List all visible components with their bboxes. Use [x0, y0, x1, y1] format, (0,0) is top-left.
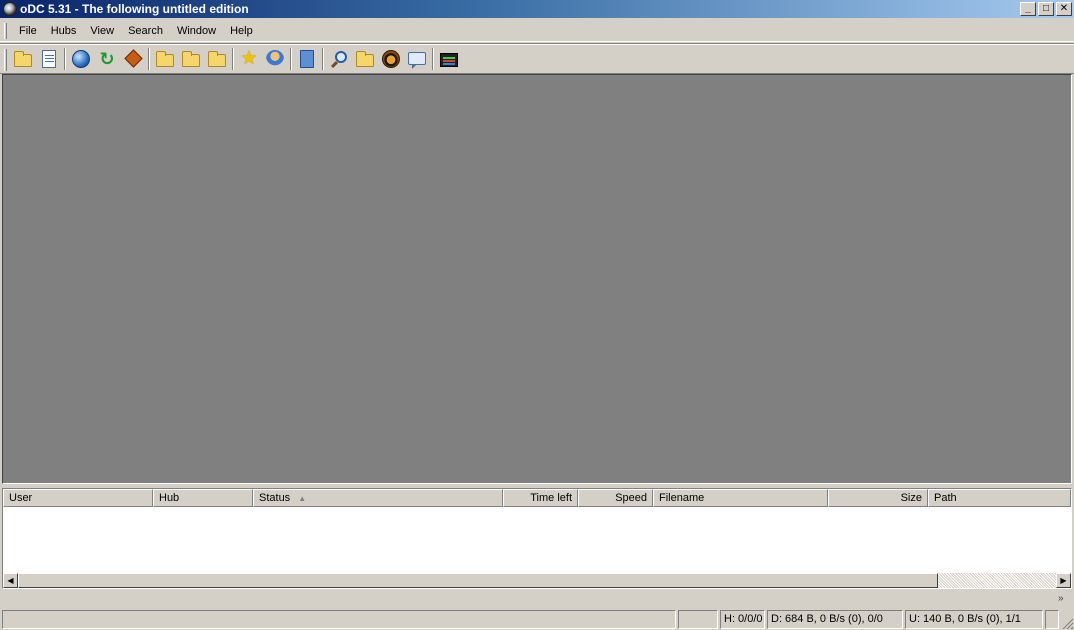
status-hubs: H: 0/0/0 [720, 610, 765, 629]
favorite-users-icon [266, 49, 284, 68]
window-title: oDC 5.31 - The following untitled editio… [20, 2, 249, 16]
toolbar-separator [322, 47, 324, 70]
open-own-list-button[interactable] [178, 47, 204, 71]
scroll-left-button[interactable]: ◀ [3, 573, 18, 588]
notepad-icon [42, 49, 56, 68]
open-file-list-button[interactable] [152, 47, 178, 71]
open-file-list-folder-icon [156, 51, 174, 67]
download-queue-button[interactable] [294, 47, 320, 71]
public-hubs-button[interactable] [68, 47, 94, 71]
toolbar-separator [432, 47, 434, 70]
title-bar[interactable]: oDC 5.31 - The following untitled editio… [0, 0, 1074, 18]
column-path[interactable]: Path [928, 489, 1071, 507]
status-blank [678, 610, 718, 629]
sort-ascending-icon: ▲ [298, 494, 307, 503]
menu-grip[interactable] [4, 23, 7, 39]
open-folder-icon [14, 51, 32, 67]
notepad-chat-button[interactable] [404, 47, 430, 71]
search-magnifier-icon [335, 50, 347, 63]
app-icon[interactable] [3, 2, 17, 16]
column-time-left[interactable]: Time left [503, 489, 578, 507]
network-stats-icon [440, 52, 458, 67]
horizontal-scrollbar[interactable]: ◀ ▶ [3, 573, 1071, 588]
search-spy-button[interactable] [378, 47, 404, 71]
resize-grip[interactable] [1061, 617, 1073, 629]
transfer-list[interactable]: User Hub Status ▲ Time left Speed Filenam… [2, 488, 1072, 589]
menu-hubs[interactable]: Hubs [44, 23, 84, 39]
menu-help[interactable]: Help [223, 23, 260, 39]
status-extra [1045, 610, 1059, 629]
public-hubs-globe-icon [72, 49, 90, 68]
column-hub[interactable]: Hub [153, 489, 253, 507]
favorite-hubs-button[interactable]: ★ [236, 47, 262, 71]
reconnect-button[interactable]: ↻ [94, 47, 120, 71]
status-download: D: 684 B, 0 B/s (0), 0/0 [767, 610, 903, 629]
status-upload: U: 140 B, 0 B/s (0), 1/1 [905, 610, 1043, 629]
browse-folder-button[interactable] [204, 47, 230, 71]
column-speed[interactable]: Speed [578, 489, 653, 507]
menu-view[interactable]: View [83, 23, 121, 39]
network-stats-button[interactable] [436, 47, 462, 71]
close-button[interactable]: ✕ [1056, 2, 1072, 16]
favorite-users-button[interactable] [262, 47, 288, 71]
open-file-button[interactable] [10, 47, 36, 71]
open-own-list-folder-icon [182, 51, 200, 67]
column-user[interactable]: User [3, 489, 153, 507]
scroll-right-button[interactable]: ▶ [1056, 573, 1071, 588]
menu-file[interactable]: File [12, 23, 44, 39]
transfer-list-body[interactable] [3, 507, 1071, 573]
reconnect-refresh-icon: ↻ [99, 48, 115, 69]
toolbar-separator [232, 47, 234, 70]
queue-book-icon [300, 49, 314, 68]
toolbar-grip[interactable] [4, 49, 7, 71]
browse-folder-icon [208, 51, 226, 67]
main-toolbar: ↻ ★ [0, 43, 1074, 74]
transfer-list-header: User Hub Status ▲ Time left Speed Filenam… [3, 489, 1071, 507]
toolbar-separator [290, 47, 292, 70]
adl-search-button[interactable] [352, 47, 378, 71]
menu-bar: File Hubs View Search Window Help [0, 20, 1074, 42]
app-window: oDC 5.31 - The following untitled editio… [0, 0, 1074, 630]
mdi-client-area[interactable] [2, 74, 1072, 484]
favorite-hubs-star-icon: ★ [240, 47, 258, 69]
column-filename[interactable]: Filename [653, 489, 828, 507]
menu-window[interactable]: Window [170, 23, 223, 39]
search-button[interactable] [326, 47, 352, 71]
scroll-track[interactable] [18, 573, 1056, 588]
maximize-button[interactable]: □ [1038, 2, 1054, 16]
chevron-expand-icon[interactable]: » [1058, 594, 1070, 606]
follow-redirect-diamond-icon [123, 49, 143, 68]
column-status[interactable]: Status ▲ [253, 489, 503, 507]
toolbar-separator [148, 47, 150, 70]
menu-search[interactable]: Search [121, 23, 170, 39]
scroll-thumb[interactable] [18, 573, 938, 588]
status-main [2, 610, 676, 629]
notepad-chat-icon [408, 52, 426, 69]
search-spy-icon [382, 49, 400, 68]
notepad-button[interactable] [36, 47, 62, 71]
toolbar-separator [64, 47, 66, 70]
adl-search-icon [356, 51, 374, 67]
status-bar: H: 0/0/0 D: 684 B, 0 B/s (0), 0/0 U: 140… [0, 609, 1074, 630]
follow-redirect-button[interactable] [120, 47, 146, 71]
minimize-button[interactable]: _ [1020, 2, 1036, 16]
window-controls: _ □ ✕ [1020, 2, 1072, 16]
column-size[interactable]: Size [828, 489, 928, 507]
